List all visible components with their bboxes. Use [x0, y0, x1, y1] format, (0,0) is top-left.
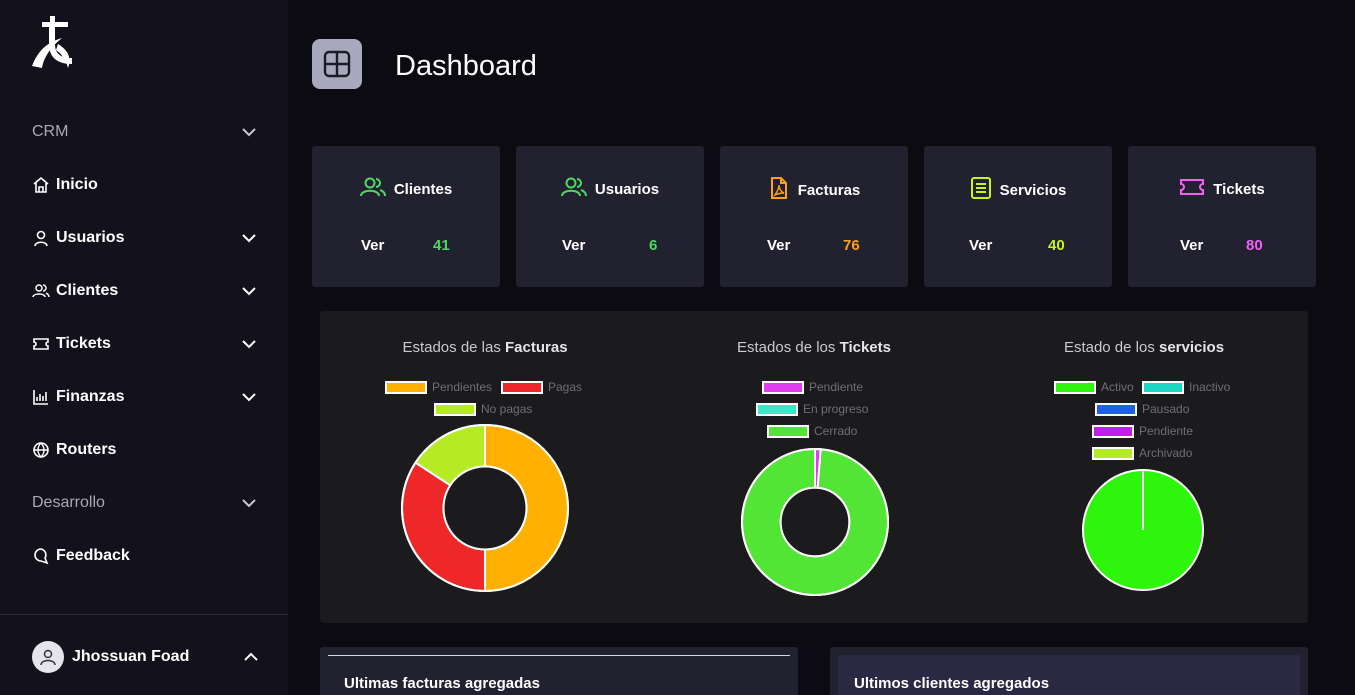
legend-item[interactable]: Archivado	[1092, 446, 1192, 460]
card-clientes[interactable]: Clientes Ver 41	[312, 146, 500, 287]
chart-title-tickets: Estados de los Tickets	[737, 339, 891, 356]
sidebar-item-label: Usuarios	[56, 228, 125, 246]
sidebar-item-label: Finanzas	[56, 387, 125, 405]
chevron-down-icon	[240, 388, 258, 406]
chart-tickets	[741, 447, 889, 596]
sidebar-item-label: Tickets	[56, 334, 111, 352]
chart-title-servicios: Estado de los servicios	[1063, 339, 1225, 356]
panel-title: Ultimos clientes agregados	[854, 675, 1050, 692]
dashboard-icon	[312, 39, 362, 89]
logo	[32, 16, 72, 68]
sidebar-item-label: Routers	[56, 440, 117, 458]
sidebar-item-label: Feedback	[56, 546, 130, 564]
ver-link[interactable]: Ver	[969, 237, 992, 254]
ticket-icon	[32, 335, 50, 353]
legend-item[interactable]: Pausado	[1095, 402, 1189, 416]
sidebar-item-label: Inicio	[56, 175, 98, 193]
document-icon	[970, 176, 992, 205]
card-facturas[interactable]: Facturas Ver 76	[720, 146, 908, 287]
sidebar-item-label: Clientes	[56, 281, 119, 299]
avatar	[32, 641, 64, 673]
ver-link[interactable]: Ver	[562, 237, 585, 254]
chevron-down-icon	[240, 494, 258, 512]
sidebar-item-label: Desarrollo	[32, 493, 105, 511]
legend-item[interactable]: En progreso	[756, 402, 868, 416]
users-icon	[560, 176, 587, 203]
card-label: Facturas	[797, 182, 861, 199]
sidebar-nav: CRM Inicio Usuarios Clientes Tickets Fin…	[0, 105, 288, 582]
card-count: 76	[843, 237, 860, 254]
donut-hole	[442, 465, 528, 551]
legend-item[interactable]: No pagas	[434, 402, 532, 416]
chevron-down-icon	[240, 229, 258, 247]
home-icon	[32, 176, 50, 194]
card-count: 41	[433, 237, 450, 254]
legend-item[interactable]: Inactivo	[1142, 380, 1230, 394]
ver-link[interactable]: Ver	[767, 237, 790, 254]
ver-link[interactable]: Ver	[1180, 237, 1203, 254]
users-icon	[32, 282, 50, 300]
page-title: Dashboard	[395, 50, 537, 82]
legend-item[interactable]: Activo	[1054, 380, 1134, 394]
sidebar: CRM Inicio Usuarios Clientes Tickets Fin…	[0, 0, 288, 695]
users-icon	[359, 176, 386, 203]
card-label: Clientes	[393, 181, 453, 198]
sidebar-item-finanzas[interactable]: Finanzas	[0, 370, 288, 423]
sidebar-item-feedback[interactable]: Feedback	[0, 529, 288, 582]
sidebar-item-crm[interactable]: CRM	[0, 105, 288, 158]
card-servicios[interactable]: Servicios Ver 40	[924, 146, 1112, 287]
card-count: 6	[649, 237, 658, 254]
sidebar-item-usuarios[interactable]: Usuarios	[0, 211, 288, 264]
feedback-icon	[32, 547, 50, 565]
panel-title: Ultimas facturas agregadas	[344, 675, 540, 692]
card-label: Usuarios	[594, 181, 660, 198]
ticket-icon	[1179, 176, 1205, 203]
chart-title-facturas: Estados de las Facturas	[402, 339, 568, 356]
user-icon	[32, 229, 50, 247]
user-name: Jhossuan Foad	[72, 648, 190, 665]
user-menu[interactable]: Jhossuan Foad	[32, 640, 260, 674]
sidebar-item-inicio[interactable]: Inicio	[0, 158, 288, 211]
ver-link[interactable]: Ver	[361, 237, 384, 254]
sidebar-item-tickets[interactable]: Tickets	[0, 317, 288, 370]
card-usuarios[interactable]: Usuarios Ver 6	[516, 146, 704, 287]
legend-item[interactable]: Pendiente	[1092, 424, 1193, 438]
chevron-down-icon	[240, 335, 258, 353]
charts-panel: Estados de las Facturas Pendientes Pagas…	[320, 311, 1308, 623]
donut-hole	[779, 486, 851, 558]
panel-ultimas-facturas: Ultimas facturas agregadas	[320, 647, 798, 695]
legend-item[interactable]: Pagas	[501, 380, 582, 394]
sidebar-divider	[0, 614, 288, 615]
card-tickets[interactable]: Tickets Ver 80	[1128, 146, 1316, 287]
panel-ultimos-clientes: Ultimos clientes agregados	[830, 647, 1308, 695]
legend-item[interactable]: Cerrado	[767, 424, 857, 438]
sidebar-item-desarrollo[interactable]: Desarrollo	[0, 476, 288, 529]
bar-chart-icon	[32, 388, 50, 406]
chevron-up-icon[interactable]	[242, 648, 260, 666]
card-label: Servicios	[999, 182, 1067, 199]
card-count: 40	[1048, 237, 1065, 254]
legend-item[interactable]: Pendiente	[762, 380, 863, 394]
sidebar-item-clientes[interactable]: Clientes	[0, 264, 288, 317]
chart-facturas	[401, 423, 569, 593]
sidebar-item-label: CRM	[32, 122, 69, 140]
card-label: Tickets	[1213, 181, 1265, 198]
chevron-down-icon	[240, 123, 258, 141]
pdf-file-icon	[768, 176, 790, 205]
chart-servicios	[1082, 469, 1204, 591]
legend-item[interactable]: Pendientes	[385, 380, 492, 394]
chevron-down-icon	[240, 282, 258, 300]
globe-icon	[32, 441, 50, 459]
card-count: 80	[1246, 237, 1263, 254]
sidebar-item-routers[interactable]: Routers	[0, 423, 288, 476]
